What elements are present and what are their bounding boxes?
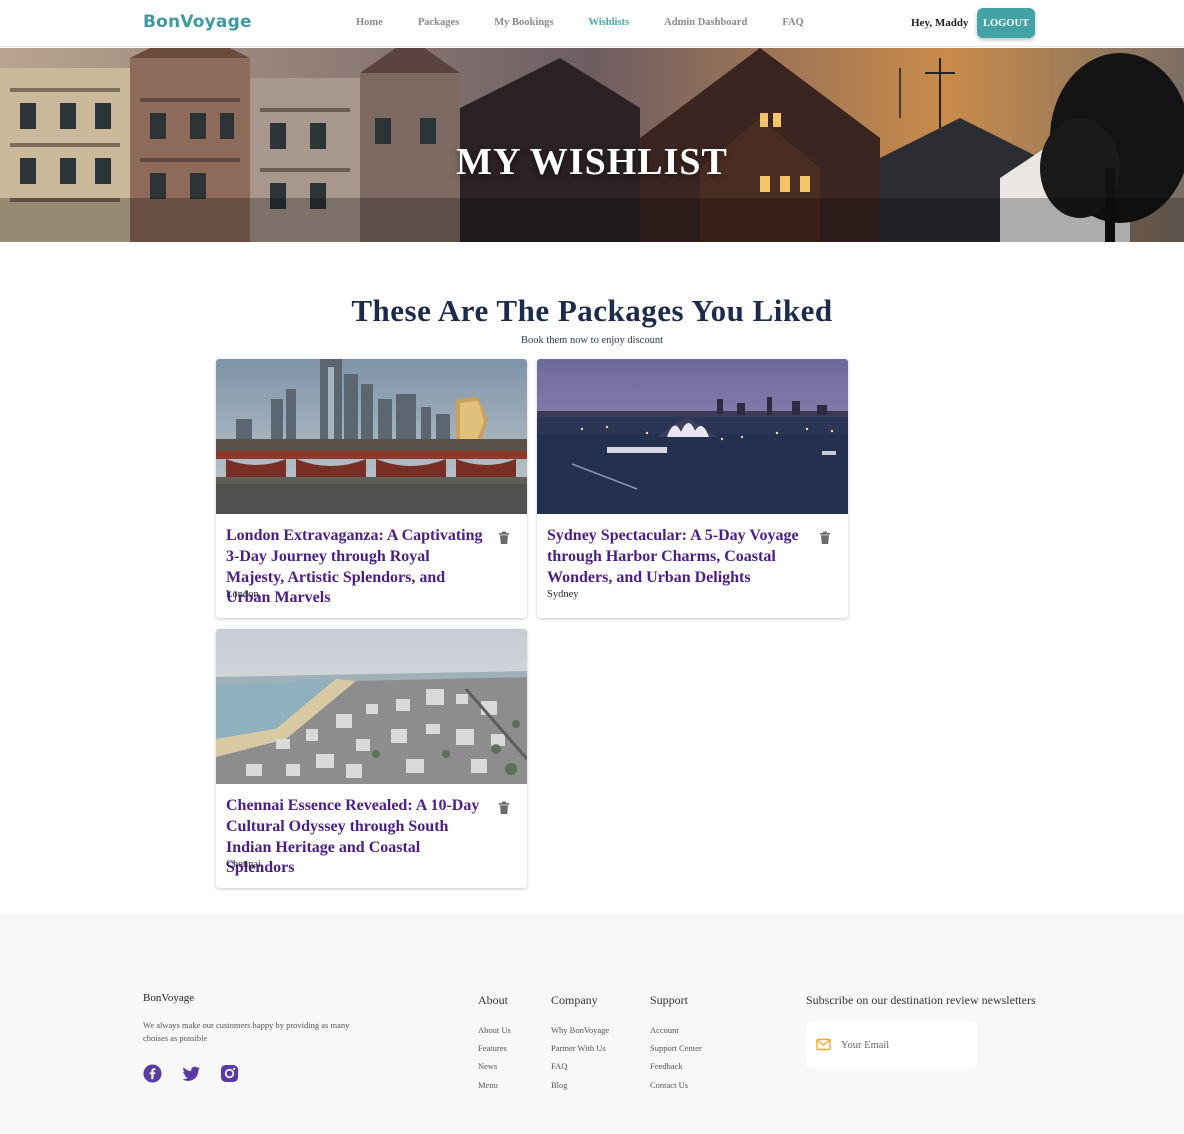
footer-column-title: Support [650,993,689,1007]
brand-logo[interactable]: BonVoyage [143,12,252,32]
footer-brand: BonVoyage [143,992,195,1004]
package-card-chennai[interactable]: Chennai Essence Revealed: A 10-Day Cultu… [216,629,527,888]
footer-column-company: Company Why BonVoyage Partner With Us FA… [551,993,609,1094]
footer-link[interactable]: Blog [551,1076,609,1094]
nav-link-faq[interactable]: FAQ [782,17,803,28]
delete-icon[interactable] [497,531,511,545]
nav-link-wishlists[interactable]: Wishlists [588,17,629,28]
footer-link[interactable]: Support Center [650,1039,702,1057]
mail-icon [816,1038,831,1051]
package-card-london[interactable]: London Extravaganza: A Captivating 3-Day… [216,359,527,618]
delete-icon[interactable] [818,531,832,545]
package-title[interactable]: London Extravaganza: A Captivating 3-Day… [226,526,491,609]
instagram-icon[interactable] [220,1064,239,1083]
twitter-icon[interactable] [182,1064,201,1083]
footer-link[interactable]: Features [478,1039,511,1057]
footer-link[interactable]: Partner With Us [551,1039,609,1057]
package-title[interactable]: Sydney Spectacular: A 5-Day Voyage throu… [547,526,812,588]
package-card-sydney[interactable]: Sydney Spectacular: A 5-Day Voyage throu… [537,359,848,618]
footer-link[interactable]: Contact Us [650,1076,702,1094]
logout-button[interactable]: LOGOUT [977,8,1035,38]
footer-link[interactable]: News [478,1057,511,1075]
newsletter-email-box[interactable] [806,1021,977,1068]
footer-column-support: Support Account Support Center Feedback … [650,993,702,1094]
nav-link-admin-dashboard[interactable]: Admin Dashboard [664,17,747,28]
section-subtitle: Book them now to enjoy discount [520,335,664,346]
nav-link-home[interactable]: Home [356,17,383,28]
footer-link[interactable]: Account [650,1021,702,1039]
package-image-london[interactable] [216,359,527,514]
footer-description: We always make our customers happy by pr… [143,1020,350,1043]
nav-link-packages[interactable]: Packages [418,17,459,28]
package-location: London [226,589,259,600]
user-greeting: Hey, Maddy [911,17,969,29]
footer-column-about: About About Us Features News Menu [478,993,511,1094]
nav-links: Home Packages My Bookings Wishlists Admi… [356,17,839,28]
footer-link[interactable]: Feedback [650,1057,702,1075]
facebook-icon[interactable] [143,1064,162,1083]
footer: BonVoyage We always make our customers h… [0,913,1184,1134]
navbar: BonVoyage Home Packages My Bookings Wish… [0,0,1184,47]
footer-column-title: About [478,993,508,1007]
footer-link[interactable]: Menu [478,1076,511,1094]
package-image-chennai[interactable] [216,629,527,784]
newsletter-email-input[interactable] [841,1034,971,1056]
newsletter-title: Subscribe on our destination review news… [806,993,1036,1007]
section-title: These Are The Packages You Liked [351,293,833,328]
footer-link[interactable]: Why BonVoyage [551,1021,609,1039]
package-location: Sydney [547,589,579,600]
footer-column-title: Company [551,993,598,1007]
hero-title: MY WISHLIST [456,141,728,183]
footer-link[interactable]: FAQ [551,1057,609,1075]
nav-link-my-bookings[interactable]: My Bookings [494,17,553,28]
package-title[interactable]: Chennai Essence Revealed: A 10-Day Cultu… [226,796,491,879]
footer-link[interactable]: About Us [478,1021,511,1039]
delete-icon[interactable] [497,801,511,815]
package-location: Chennai [226,859,261,870]
package-image-sydney[interactable] [537,359,848,514]
hero-banner: MY WISHLIST [0,48,1184,242]
